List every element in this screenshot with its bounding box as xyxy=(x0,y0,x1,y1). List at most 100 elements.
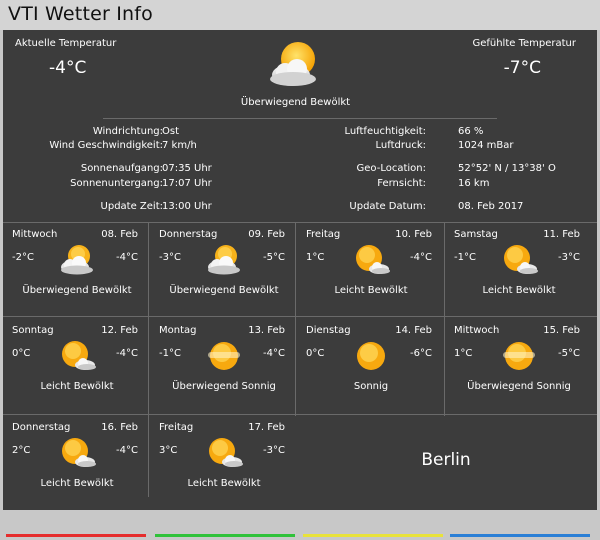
forecast-date: 09. Feb xyxy=(248,229,285,240)
update-time-label: Update Zeit: xyxy=(100,201,163,212)
forecast-day: Dienstag xyxy=(306,325,351,336)
forecast-day: Freitag xyxy=(159,422,194,433)
forecast-day: Freitag xyxy=(306,229,341,240)
wind-dir-value: Ost xyxy=(162,126,180,137)
forecast-temp-max: -5°C xyxy=(558,348,580,359)
felt-temp-label: Gefühlte Temperatur xyxy=(472,38,576,49)
forecast-temp-min: 3°C xyxy=(159,445,178,456)
forecast-temp-min: 0°C xyxy=(306,348,325,359)
app-title: VTI Wetter Info xyxy=(8,3,154,25)
forecast-date: 08. Feb xyxy=(101,229,138,240)
forecast-date: 16. Feb xyxy=(101,422,138,433)
forecast-condition: Überwiegend Bewölkt xyxy=(169,285,279,296)
forecast-date: 12. Feb xyxy=(101,325,138,336)
forecast-condition: Leicht Bewölkt xyxy=(40,381,114,392)
forecast-temp-min: 2°C xyxy=(12,445,31,456)
status-bar-red xyxy=(6,534,146,537)
forecast-condition: Überwiegend Sonnig xyxy=(467,381,571,392)
current-temp-label: Aktuelle Temperatur xyxy=(15,38,117,49)
forecast-tile: Freitag 17. Feb 3°C -3°C Leicht Bewölkt xyxy=(150,416,298,513)
forecast-temp-max: -5°C xyxy=(263,252,285,263)
forecast-tile: Donnerstag 09. Feb -3°C -5°C Überwiegend Bew… xyxy=(150,223,298,320)
pressure-value: 1024 mBar xyxy=(458,140,514,151)
forecast-temp-max: -4°C xyxy=(116,445,138,456)
hazy-sun-icon xyxy=(499,339,539,373)
forecast-condition: Überwiegend Bewölkt xyxy=(22,285,132,296)
felt-temp-value: -7°C xyxy=(503,58,541,78)
sunset-value: 17:07 Uhr xyxy=(162,178,212,189)
weather-panel: Aktuelle Temperatur -4°C Gefühlte Temper… xyxy=(3,30,597,510)
forecast-day: Sonntag xyxy=(12,325,54,336)
forecast-condition: Leicht Bewölkt xyxy=(40,478,114,489)
status-bar-blue xyxy=(450,534,590,537)
forecast-condition: Sonnig xyxy=(353,381,389,392)
forecast-day: Mittwoch xyxy=(12,229,58,240)
sunset-label: Sonnenuntergang: xyxy=(70,178,163,189)
pressure-label: Luftdruck: xyxy=(375,140,426,151)
cloud-sun-icon xyxy=(204,243,244,277)
forecast-condition: Leicht Bewölkt xyxy=(187,478,261,489)
forecast-temp-min: 1°C xyxy=(454,348,473,359)
forecast-temp-min: 0°C xyxy=(12,348,31,359)
sun-small-cloud-icon xyxy=(57,436,97,470)
update-time-value: 13:00 Uhr xyxy=(162,201,212,212)
sun-small-cloud-icon xyxy=(499,243,539,277)
forecast-tile: Freitag 10. Feb 1°C -4°C Leicht Bewölkt xyxy=(297,223,445,320)
forecast-temp-max: -4°C xyxy=(116,348,138,359)
forecast-temp-min: -1°C xyxy=(159,348,181,359)
wind-speed-label: Wind Geschwindigkeit: xyxy=(49,140,163,151)
wind-dir-label: Windrichtung: xyxy=(92,126,163,137)
geo-label: Geo-Location: xyxy=(356,163,426,174)
hazy-sun-icon xyxy=(204,339,244,373)
forecast-day: Donnerstag xyxy=(12,422,71,433)
title-bar: VTI Wetter Info xyxy=(0,0,600,30)
forecast-temp-max: -3°C xyxy=(263,445,285,456)
forecast-temp-min: -1°C xyxy=(454,252,476,263)
forecast-temp-max: -4°C xyxy=(116,252,138,263)
forecast-temp-max: -3°C xyxy=(558,252,580,263)
forecast-tile: Montag 13. Feb -1°C -4°C Überwiegend Sonnig xyxy=(150,319,298,416)
update-date-value: 08. Feb 2017 xyxy=(458,201,524,212)
sunrise-value: 07:35 Uhr xyxy=(162,163,212,174)
humidity-label: Luftfeuchtigkeit: xyxy=(344,126,426,137)
visibility-label: Fernsicht: xyxy=(377,178,426,189)
forecast-condition: Leicht Bewölkt xyxy=(482,285,556,296)
forecast-date: 15. Feb xyxy=(543,325,580,336)
forecast-condition: Leicht Bewölkt xyxy=(334,285,408,296)
sun-small-cloud-icon xyxy=(351,243,391,277)
cloud-sun-icon xyxy=(57,243,97,277)
current-temp-value: -4°C xyxy=(49,58,87,78)
sun-small-cloud-icon xyxy=(204,436,244,470)
forecast-day: Samstag xyxy=(454,229,498,240)
current-condition: Überwiegend Bewölkt xyxy=(240,97,351,108)
cloud-sun-icon xyxy=(265,39,325,91)
sun-small-cloud-icon xyxy=(57,339,97,373)
update-date-label: Update Datum: xyxy=(349,201,426,212)
forecast-date: 17. Feb xyxy=(248,422,285,433)
forecast-condition: Überwiegend Sonnig xyxy=(172,381,276,392)
forecast-temp-max: -4°C xyxy=(263,348,285,359)
forecast-tile: Samstag 11. Feb -1°C -3°C Leicht Bewölkt xyxy=(445,223,593,320)
status-bar-yellow xyxy=(303,534,443,537)
forecast-date: 10. Feb xyxy=(395,229,432,240)
forecast-day: Mittwoch xyxy=(454,325,500,336)
forecast-date: 14. Feb xyxy=(395,325,432,336)
forecast-tile: Donnerstag 16. Feb 2°C -4°C Leicht Bewölkt xyxy=(3,416,151,513)
geo-value: 52°52' N / 13°38' O xyxy=(458,163,556,174)
forecast-tile: Mittwoch 15. Feb 1°C -5°C Überwiegend Sonnig xyxy=(445,319,593,416)
humidity-value: 66 % xyxy=(458,126,484,137)
visibility-value: 16 km xyxy=(458,178,490,189)
status-bar-green xyxy=(155,534,295,537)
forecast-temp-max: -6°C xyxy=(410,348,432,359)
forecast-day: Montag xyxy=(159,325,197,336)
wind-speed-value: 7 km/h xyxy=(162,140,197,151)
city-name: Berlin xyxy=(421,450,471,470)
sunrise-label: Sonnenaufgang: xyxy=(80,163,163,174)
forecast-day: Donnerstag xyxy=(159,229,218,240)
forecast-tile: Sonntag 12. Feb 0°C -4°C Leicht Bewölkt xyxy=(3,319,151,416)
forecast-temp-min: -3°C xyxy=(159,252,181,263)
forecast-temp-min: 1°C xyxy=(306,252,325,263)
forecast-date: 11. Feb xyxy=(543,229,580,240)
forecast-tile: Dienstag 14. Feb 0°C -6°C Sonnig xyxy=(297,319,445,416)
forecast-date: 13. Feb xyxy=(248,325,285,336)
